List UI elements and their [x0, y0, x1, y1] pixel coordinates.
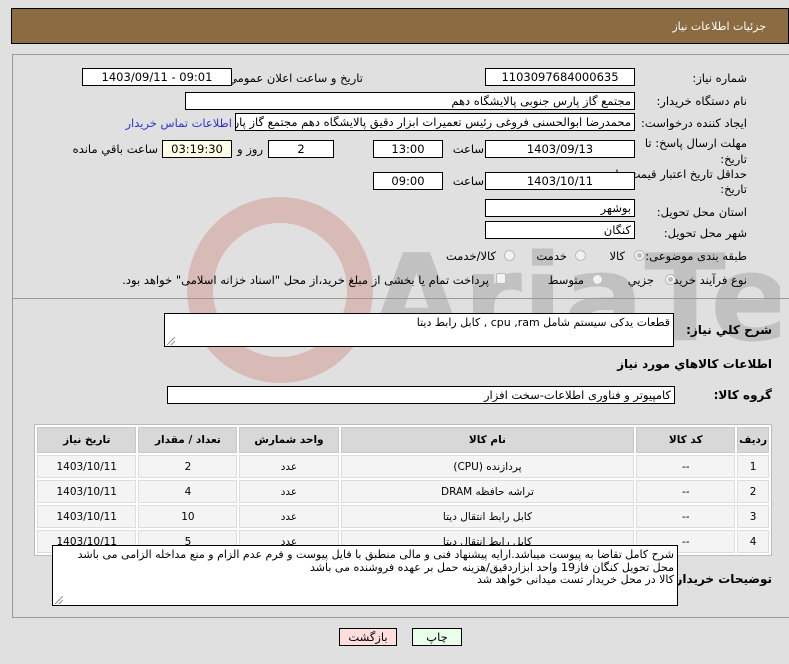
- cell-date: 1403/10/11: [37, 455, 137, 478]
- province-label: استان محل تحویل:: [656, 205, 747, 219]
- back-button[interactable]: بازگشت: [339, 628, 397, 646]
- table-row: 1 -- پردازنده (CPU) عدد 2 1403/10/11: [37, 455, 769, 478]
- treasury-checkbox[interactable]: [496, 273, 506, 284]
- process-label: نوع فرآیند خرید :: [665, 273, 747, 287]
- cell-unit: عدد: [239, 480, 339, 503]
- cell-date: 1403/10/11: [37, 505, 137, 528]
- city-field: کنگان: [485, 221, 635, 239]
- process-option-medium: متوسط: [547, 273, 584, 287]
- process-radio-medium[interactable]: [592, 274, 603, 285]
- price-validity-label: حداقل تاریخ اعتبار قیمت: تا: [615, 167, 747, 181]
- cell-code: --: [636, 455, 736, 478]
- category-label: طبقه بندی موضوعی:: [645, 249, 747, 263]
- page-header: جزئیات اطلاعات نیاز: [11, 8, 789, 44]
- price-validity-label-2: تاریخ:: [720, 182, 747, 196]
- cell-qty: 2: [138, 455, 238, 478]
- category-option-goods-service: کالا/خدمت: [445, 249, 496, 263]
- divider: [12, 298, 789, 299]
- city-label: شهر محل تحویل:: [663, 226, 747, 240]
- need-number-label: شماره نیاز:: [692, 71, 747, 85]
- reply-time-label: ساعت: [452, 142, 484, 156]
- description-label: شرح کلي نياز:: [686, 323, 772, 337]
- reply-deadline-label-2: تاریخ:: [720, 152, 747, 166]
- category-radio-service[interactable]: [575, 250, 586, 261]
- buyer-notes-line: کالا در محل خریدار تست میدانی خواهد شد: [477, 573, 674, 586]
- province-field: بوشهر: [485, 199, 635, 217]
- creator-field: محمدرضا ابوالحسنی فروغی رئیس تعمیرات ابز…: [235, 113, 635, 131]
- col-row: ردیف: [737, 427, 769, 453]
- price-validity-time-label: ساعت: [452, 174, 484, 188]
- table-header-row: ردیف کد کالا نام کالا واحد شمارش تعداد /…: [37, 427, 769, 453]
- col-unit: واحد شمارش: [239, 427, 339, 453]
- cell-row: 2: [737, 480, 769, 503]
- process-radio-minor[interactable]: [665, 274, 676, 285]
- col-date: تاریخ نیاز: [37, 427, 137, 453]
- col-qty: تعداد / مقدار: [138, 427, 238, 453]
- buyer-notes-label: توضیحات خریدار:: [670, 572, 772, 586]
- buyer-org-label: نام دستگاه خریدار:: [656, 94, 747, 108]
- description-field: قطعات یدکی سیستم شامل cpu ,ram , کابل را…: [164, 313, 674, 347]
- cell-name: پردازنده (CPU): [340, 455, 635, 478]
- col-code: کد کالا: [636, 427, 736, 453]
- days-label: روز و: [237, 142, 263, 156]
- treasury-checkbox-label: پرداخت تمام یا بخشی از مبلغ خرید،از محل …: [122, 273, 489, 287]
- page-title: جزئیات اطلاعات نیاز: [672, 20, 766, 33]
- cell-qty: 4: [138, 480, 238, 503]
- buyer-contact-link[interactable]: اطلاعات تماس خریدار: [125, 116, 232, 130]
- category-radio-goods[interactable]: [634, 250, 645, 261]
- category-radio-goods-service[interactable]: [504, 250, 515, 261]
- announce-label: تاريخ و ساعت اعلان عمومي:: [224, 71, 363, 85]
- goods-section-title: اطلاعات کالاهاي مورد نياز: [617, 357, 772, 371]
- reply-date-field: 1403/09/13: [485, 140, 635, 158]
- description-text: قطعات یدکی سیستم شامل cpu ,ram , کابل را…: [416, 316, 670, 329]
- cell-qty: 10: [138, 505, 238, 528]
- cell-row: 3: [737, 505, 769, 528]
- goods-group-label: گروه کالا:: [713, 388, 772, 402]
- resize-grip-icon[interactable]: [167, 337, 175, 345]
- cell-code: --: [636, 480, 736, 503]
- price-validity-time-field: 09:00: [373, 172, 443, 190]
- cell-name: تراشه حافظه DRAM: [340, 480, 635, 503]
- cell-unit: عدد: [239, 455, 339, 478]
- table-row: 3 -- کابل رابط انتقال دیتا عدد 10 1403/1…: [37, 505, 769, 528]
- process-option-minor: جزیي: [627, 273, 654, 287]
- need-number-field: 1103097684000635: [485, 68, 635, 86]
- buyer-notes-line: شرح کامل تقاضا به پیوست میباشد.ارایه پیش…: [77, 548, 674, 561]
- buyer-notes-field: شرح کامل تقاضا به پیوست میباشد.ارایه پیش…: [52, 545, 678, 606]
- reply-deadline-label: مهلت ارسال پاسخ: تا: [644, 136, 747, 150]
- category-option-service: خدمت: [536, 249, 567, 263]
- remaining-time-field: 03:19:30: [162, 140, 232, 158]
- divider: [12, 617, 789, 618]
- cell-row: 1: [737, 455, 769, 478]
- reply-time-field: 13:00: [373, 140, 443, 158]
- cell-unit: عدد: [239, 505, 339, 528]
- category-option-goods: کالا: [609, 249, 625, 263]
- announce-field: 1403/09/11 - 09:01: [82, 68, 232, 86]
- cell-row: 4: [737, 530, 769, 553]
- resize-grip-icon[interactable]: [55, 596, 63, 604]
- days-field: 2: [268, 140, 334, 158]
- cell-date: 1403/10/11: [37, 480, 137, 503]
- cell-name: کابل رابط انتقال دیتا: [340, 505, 635, 528]
- table-row: 2 -- تراشه حافظه DRAM عدد 4 1403/10/11: [37, 480, 769, 503]
- remaining-label: ساعت باقي مانده: [72, 142, 158, 156]
- creator-label: ایجاد کننده درخواست:: [641, 116, 747, 130]
- price-validity-date-field: 1403/10/11: [485, 172, 635, 190]
- col-name: نام کالا: [340, 427, 635, 453]
- cell-code: --: [636, 505, 736, 528]
- print-button[interactable]: چاپ: [412, 628, 462, 646]
- panel-left-border: [12, 298, 13, 618]
- items-table: ردیف کد کالا نام کالا واحد شمارش تعداد /…: [34, 424, 772, 556]
- goods-group-field: کامپیوتر و فناوری اطلاعات-سخت افزار: [167, 386, 675, 404]
- buyer-org-field: مجتمع گاز پارس جنوبی پالایشگاه دهم: [185, 92, 635, 110]
